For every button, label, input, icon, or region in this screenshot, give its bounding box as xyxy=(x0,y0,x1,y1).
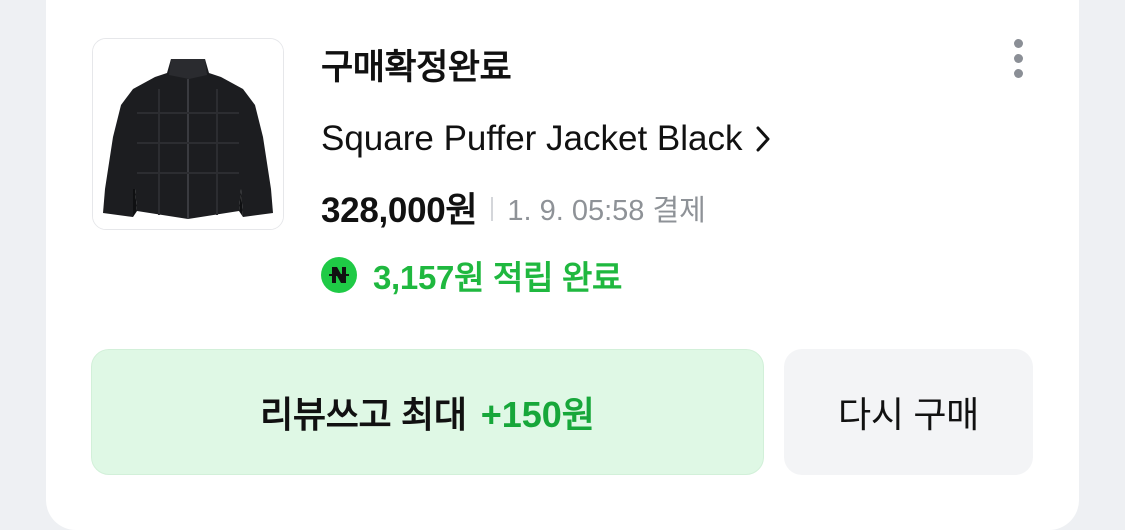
product-name: Square Puffer Jacket Black xyxy=(321,119,743,158)
write-review-button[interactable]: 리뷰쓰고 최대 +150원 xyxy=(91,349,764,475)
payment-datetime: 1. 9. 05:58 결제 xyxy=(507,195,706,227)
points-row: 3,157원 적립 완료 xyxy=(321,252,622,298)
divider xyxy=(491,197,494,221)
points-earned: 3,157원 적립 완료 xyxy=(373,259,623,296)
buy-again-button[interactable]: 다시 구매 xyxy=(784,349,1033,475)
more-vertical-icon[interactable] xyxy=(1000,36,1038,80)
product-thumbnail[interactable] xyxy=(92,38,284,230)
product-link[interactable]: Square Puffer Jacket Black xyxy=(321,114,771,164)
price-row: 328,000원 1. 9. 05:58 결제 xyxy=(321,184,706,230)
jacket-image xyxy=(93,39,283,229)
order-price: 328,000원 xyxy=(321,190,478,230)
naver-pay-icon xyxy=(321,257,357,293)
buy-again-label: 다시 구매 xyxy=(838,394,979,435)
review-button-label: 리뷰쓰고 최대 xyxy=(260,394,467,435)
review-bonus: +150원 xyxy=(480,394,595,435)
chevron-right-icon xyxy=(756,126,770,152)
order-status: 구매확정완료 xyxy=(321,48,512,88)
